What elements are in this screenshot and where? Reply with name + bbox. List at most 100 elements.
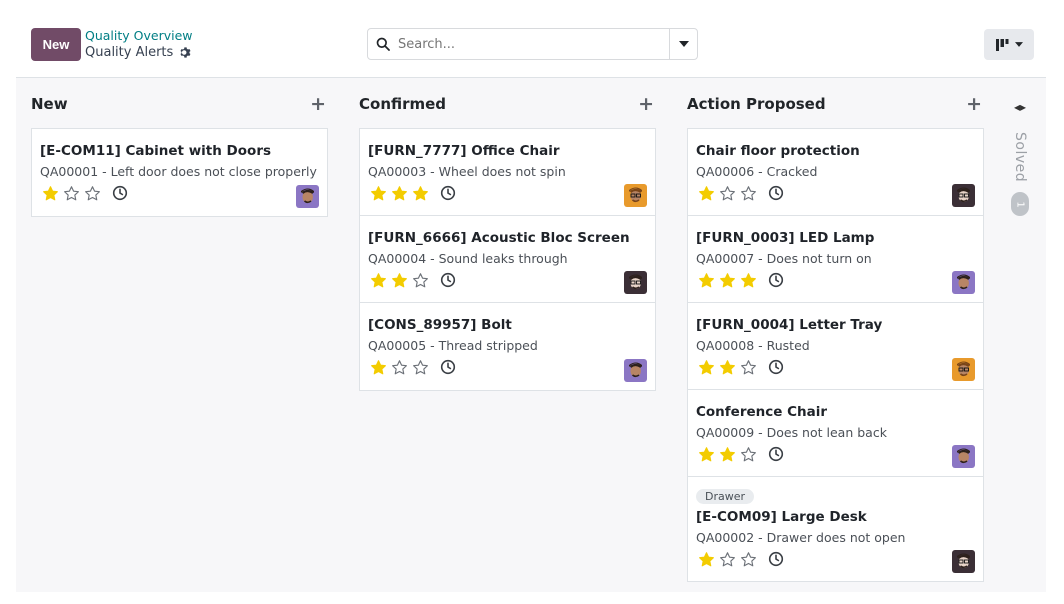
star-empty-icon[interactable] — [717, 549, 738, 569]
card-subtitle: QA00008 - Rusted — [696, 338, 810, 353]
star-filled-icon[interactable] — [696, 270, 717, 290]
folded-column-title: Solved — [1012, 132, 1028, 183]
card-footer — [696, 357, 975, 377]
clock-icon[interactable] — [111, 184, 129, 202]
star-filled-icon[interactable] — [696, 444, 717, 464]
star-filled-icon[interactable] — [368, 183, 389, 203]
breadcrumb-current: Quality Alerts — [85, 45, 192, 60]
card-title: Chair floor protection — [696, 143, 860, 159]
clock-icon[interactable] — [767, 184, 785, 202]
column-title: Confirmed — [359, 95, 447, 113]
quick-create-plus-icon[interactable]: + — [638, 94, 654, 114]
breadcrumb-current-label: Quality Alerts — [85, 45, 174, 60]
folded-column-solved[interactable]: ◂▸ Solved 1 — [1006, 100, 1034, 217]
search-icon — [368, 37, 398, 51]
card-footer — [696, 444, 975, 464]
star-empty-icon[interactable] — [717, 183, 738, 203]
kanban-card[interactable]: [FURN_6666] Acoustic Bloc Screen QA00004 … — [360, 216, 655, 303]
card-title: Conference Chair — [696, 404, 828, 420]
star-filled-icon[interactable] — [738, 270, 759, 290]
kanban-card[interactable]: Drawer [E-COM09] Large Desk QA00002 - Draw… — [688, 477, 983, 581]
star-filled-icon[interactable] — [410, 183, 431, 203]
kanban-card[interactable]: Chair floor protection QA00006 - Cracked — [688, 129, 983, 216]
search-bar[interactable] — [367, 28, 698, 60]
quick-create-plus-icon[interactable]: + — [966, 94, 982, 114]
star-filled-icon[interactable] — [368, 270, 389, 290]
star-filled-icon[interactable] — [717, 270, 738, 290]
star-filled-icon[interactable] — [696, 357, 717, 377]
gear-icon[interactable] — [179, 46, 192, 59]
star-filled-icon[interactable] — [696, 183, 717, 203]
star-empty-icon[interactable] — [389, 357, 410, 377]
card-title: [E-COM09] Large Desk — [696, 509, 867, 525]
search-options-toggle[interactable] — [669, 29, 697, 59]
avatar[interactable] — [952, 445, 975, 468]
star-empty-icon[interactable] — [738, 549, 759, 569]
column-title: New — [31, 95, 68, 113]
star-empty-icon[interactable] — [738, 357, 759, 377]
expand-column-icon[interactable]: ◂▸ — [1014, 100, 1026, 118]
star-filled-icon[interactable] — [40, 183, 61, 203]
card-list: [E-COM11] Cabinet with Doors QA00001 - Le… — [31, 128, 328, 217]
clock-icon[interactable] — [767, 358, 785, 376]
kanban-card[interactable]: [FURN_0004] Letter Tray QA00008 - Rusted — [688, 303, 983, 390]
kanban-card[interactable]: Conference Chair QA00009 - Does not lean … — [688, 390, 983, 477]
avatar[interactable] — [952, 358, 975, 381]
kanban-card[interactable]: [FURN_0003] LED Lamp QA00007 - Does not t… — [688, 216, 983, 303]
star-filled-icon[interactable] — [389, 270, 410, 290]
card-title: [CONS_89957] Bolt — [368, 317, 512, 333]
card-footer — [40, 183, 319, 203]
card-footer — [696, 270, 975, 290]
quick-create-plus-icon[interactable]: + — [310, 94, 326, 114]
star-empty-icon[interactable] — [738, 183, 759, 203]
avatar[interactable] — [952, 550, 975, 573]
avatar[interactable] — [952, 184, 975, 207]
kanban-card[interactable]: [E-COM11] Cabinet with Doors QA00001 - Le… — [32, 129, 327, 216]
star-empty-icon[interactable] — [410, 357, 431, 377]
clock-icon[interactable] — [767, 271, 785, 289]
card-subtitle: QA00007 - Does not turn on — [696, 251, 872, 266]
kanban-view-switcher-button[interactable] — [984, 29, 1034, 60]
star-filled-icon[interactable] — [717, 357, 738, 377]
kanban-card[interactable]: [FURN_7777] Office Chair QA00003 - Wheel … — [360, 129, 655, 216]
avatar[interactable] — [952, 271, 975, 294]
card-footer — [696, 549, 975, 569]
star-filled-icon[interactable] — [717, 444, 738, 464]
column-header: Action Proposed + — [687, 90, 984, 118]
clock-icon[interactable] — [767, 445, 785, 463]
star-empty-icon[interactable] — [61, 183, 82, 203]
avatar[interactable] — [624, 271, 647, 294]
star-filled-icon[interactable] — [696, 549, 717, 569]
card-footer — [368, 357, 647, 377]
avatar[interactable] — [624, 359, 647, 382]
card-list: [FURN_7777] Office Chair QA00003 - Wheel … — [359, 128, 656, 391]
star-empty-icon[interactable] — [738, 444, 759, 464]
tag-badge: Drawer — [696, 489, 755, 504]
clock-icon[interactable] — [439, 358, 457, 376]
card-subtitle: QA00001 - Left door does not close prope… — [40, 164, 317, 179]
search-input[interactable] — [398, 36, 669, 52]
avatar[interactable] — [296, 185, 319, 208]
clock-icon[interactable] — [439, 184, 457, 202]
card-subtitle: QA00003 - Wheel does not spin — [368, 164, 566, 179]
card-title: [FURN_0004] Letter Tray — [696, 317, 883, 333]
new-button[interactable]: New — [31, 28, 81, 61]
caret-down-icon — [1014, 42, 1023, 47]
card-footer — [696, 183, 975, 203]
card-title: [FURN_7777] Office Chair — [368, 143, 560, 159]
star-filled-icon[interactable] — [389, 183, 410, 203]
star-empty-icon[interactable] — [410, 270, 431, 290]
clock-icon[interactable] — [767, 550, 785, 568]
star-empty-icon[interactable] — [82, 183, 103, 203]
card-title: [E-COM11] Cabinet with Doors — [40, 143, 272, 159]
clock-icon[interactable] — [439, 271, 457, 289]
column-header: Confirmed + — [359, 90, 656, 118]
kanban-column: New + [E-COM11] Cabinet with Doors QA00001 … — [31, 90, 328, 217]
star-filled-icon[interactable] — [368, 357, 389, 377]
breadcrumb-parent-link[interactable]: Quality Overview — [85, 28, 193, 43]
kanban-view-icon — [995, 38, 1008, 51]
avatar[interactable] — [624, 184, 647, 207]
folded-column-count-value: 1 — [1014, 200, 1026, 208]
kanban-card[interactable]: [CONS_89957] Bolt QA00005 - Thread stripp… — [360, 303, 655, 390]
kanban-column: Action Proposed + Chair floor protection QA… — [687, 90, 984, 582]
